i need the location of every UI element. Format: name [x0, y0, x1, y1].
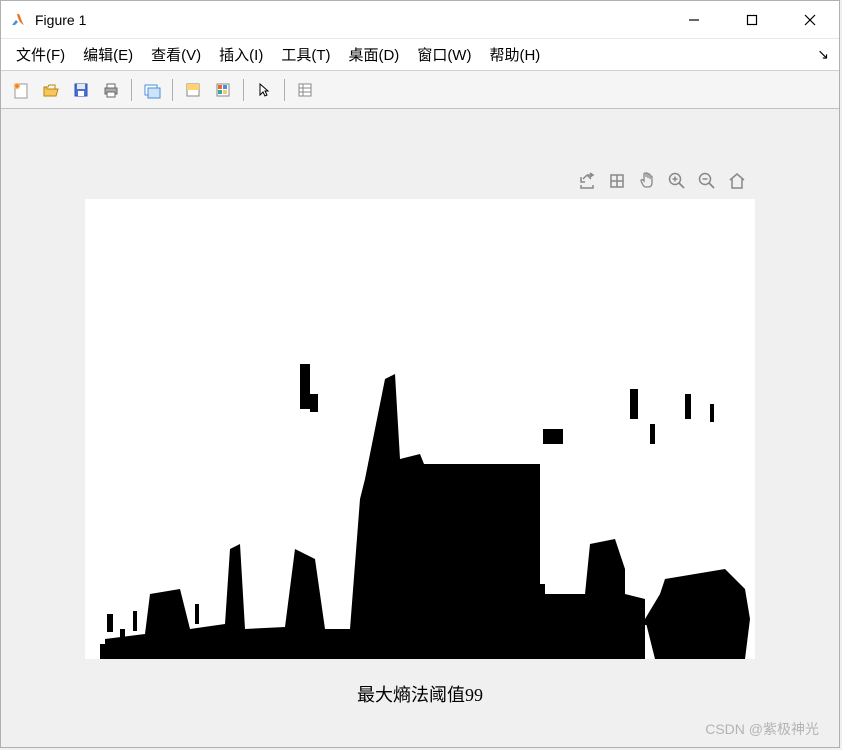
maximize-button[interactable] [723, 1, 781, 38]
colorbar-icon[interactable] [209, 76, 237, 104]
toolbar [1, 71, 839, 109]
window-controls [665, 1, 839, 38]
menu-dock-arrow-icon[interactable]: ↘ [817, 46, 829, 63]
pan-icon[interactable] [635, 169, 659, 193]
home-icon[interactable] [725, 169, 749, 193]
window-title: Figure 1 [35, 12, 665, 28]
figure-content: 最大熵法阈值99 CSDN @紫极神光 [1, 109, 839, 747]
save-icon[interactable] [67, 76, 95, 104]
menu-edit[interactable]: 编辑(E) [74, 40, 142, 69]
link-icon[interactable] [138, 76, 166, 104]
matlab-icon [9, 11, 27, 29]
menu-view[interactable]: 查看(V) [142, 40, 210, 69]
figure-window: Figure 1 文件(F) 编辑(E) 查看(V) 插入(I) 工具(T) 桌… [0, 0, 840, 748]
axes-toolbar [575, 169, 749, 193]
menu-help[interactable]: 帮助(H) [480, 40, 549, 69]
close-button[interactable] [781, 1, 839, 38]
brush-icon[interactable] [605, 169, 629, 193]
zoom-out-icon[interactable] [695, 169, 719, 193]
minimize-button[interactable] [665, 1, 723, 38]
figure-caption: 最大熵法阈值99 [357, 681, 483, 707]
menu-file[interactable]: 文件(F) [7, 40, 74, 69]
menu-desktop[interactable]: 桌面(D) [339, 40, 408, 69]
menu-window[interactable]: 窗口(W) [408, 40, 480, 69]
toolbar-separator [131, 79, 132, 101]
toolbar-separator [284, 79, 285, 101]
pointer-icon[interactable] [250, 76, 278, 104]
toolbar-separator [172, 79, 173, 101]
export-icon[interactable] [575, 169, 599, 193]
new-figure-icon[interactable] [7, 76, 35, 104]
menubar: 文件(F) 编辑(E) 查看(V) 插入(I) 工具(T) 桌面(D) 窗口(W… [1, 39, 839, 71]
menu-tools[interactable]: 工具(T) [272, 40, 339, 69]
zoom-in-icon[interactable] [665, 169, 689, 193]
property-inspector-icon[interactable] [291, 76, 319, 104]
print-icon[interactable] [97, 76, 125, 104]
toolbar-separator [243, 79, 244, 101]
titlebar: Figure 1 [1, 1, 839, 39]
menu-insert[interactable]: 插入(I) [210, 40, 272, 69]
figure-image [85, 199, 755, 659]
open-icon[interactable] [37, 76, 65, 104]
watermark: CSDN @紫极神光 [705, 719, 819, 739]
data-cursor-icon[interactable] [179, 76, 207, 104]
